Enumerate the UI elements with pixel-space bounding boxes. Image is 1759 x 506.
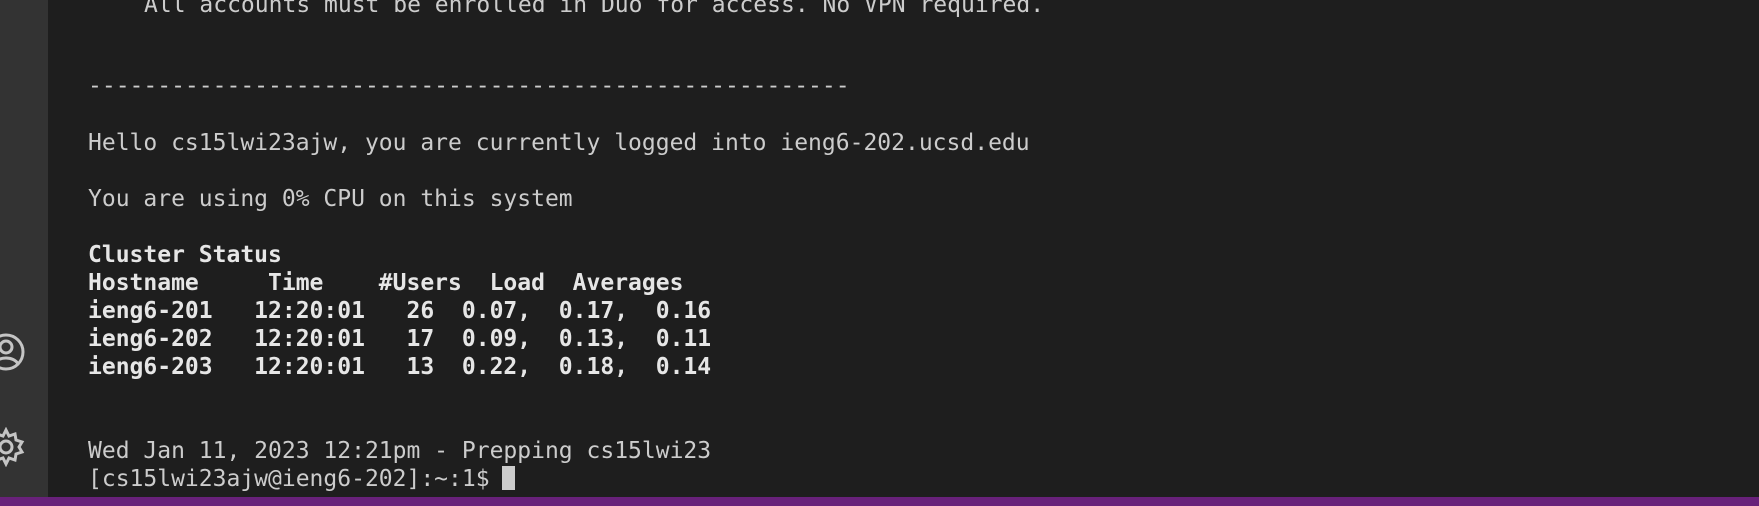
terminal-cursor xyxy=(501,466,515,490)
motd-line: All accounts must be enrolled in Duo for… xyxy=(144,0,1045,18)
gear-icon[interactable] xyxy=(0,426,26,468)
account-icon[interactable] xyxy=(0,332,26,372)
cluster-table-header: Hostname Time #Users Load Averages xyxy=(88,270,684,296)
cluster-row: ieng6-201 12:20:01 26 0.07, 0.17, 0.16 xyxy=(88,298,712,324)
separator-line: ----------------------------------------… xyxy=(88,73,850,99)
activity-bar xyxy=(0,0,48,497)
date-line: Wed Jan 11, 2023 12:21pm - Prepping cs15… xyxy=(88,438,712,464)
cpu-usage-line: You are using 0% CPU on this system xyxy=(88,186,573,212)
greeting-line: Hello cs15lwi23ajw, you are currently lo… xyxy=(88,130,1030,156)
terminal-panel[interactable]: All accounts must be enrolled in Duo for… xyxy=(48,0,1759,497)
shell-prompt[interactable]: [cs15lwi23ajw@ieng6-202]:~:1$ xyxy=(88,465,515,493)
cluster-row: ieng6-203 12:20:01 13 0.22, 0.18, 0.14 xyxy=(88,354,712,380)
cluster-row: ieng6-202 12:20:01 17 0.09, 0.13, 0.11 xyxy=(88,326,712,352)
status-bar xyxy=(0,497,1759,506)
cluster-status-title: Cluster Status xyxy=(88,242,282,268)
prompt-text: [cs15lwi23ajw@ieng6-202]:~:1$ xyxy=(88,466,490,492)
